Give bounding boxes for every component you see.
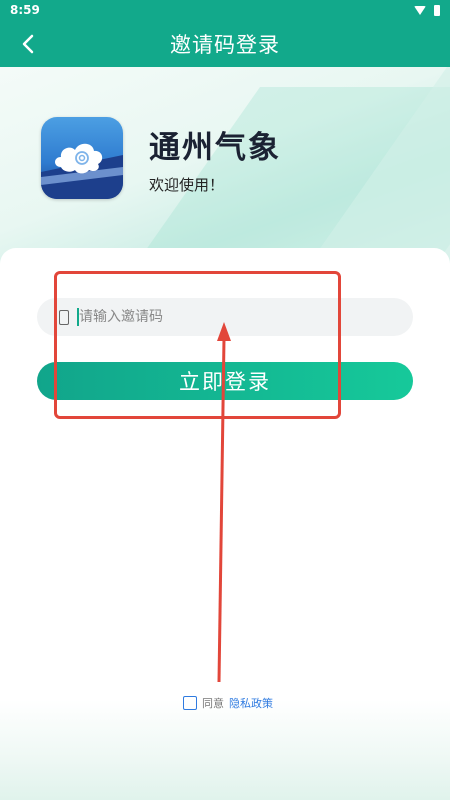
bottom-background bbox=[0, 700, 450, 800]
welcome-text: 欢迎使用！ bbox=[149, 176, 225, 194]
privacy-agreement: 同意 隐私政策 bbox=[183, 695, 273, 711]
status-icons bbox=[414, 4, 440, 16]
status-time: 8:59 bbox=[10, 3, 40, 17]
cloud-logo-icon bbox=[41, 143, 123, 199]
app-bar: 邀请码登录 bbox=[0, 20, 450, 67]
annotation-highlight-box bbox=[54, 271, 341, 419]
app-name: 通州气象 bbox=[149, 130, 281, 166]
wifi-icon bbox=[414, 5, 426, 15]
page-title: 邀请码登录 bbox=[170, 32, 280, 57]
app-logo bbox=[41, 117, 123, 199]
privacy-policy-link[interactable]: 隐私政策 bbox=[229, 695, 273, 711]
battery-icon bbox=[434, 4, 440, 16]
agree-label: 同意 bbox=[202, 697, 224, 710]
chevron-left-icon bbox=[22, 34, 34, 53]
status-bar: 8:59 bbox=[0, 0, 450, 20]
agree-checkbox[interactable] bbox=[183, 696, 197, 710]
back-button[interactable] bbox=[8, 20, 48, 67]
